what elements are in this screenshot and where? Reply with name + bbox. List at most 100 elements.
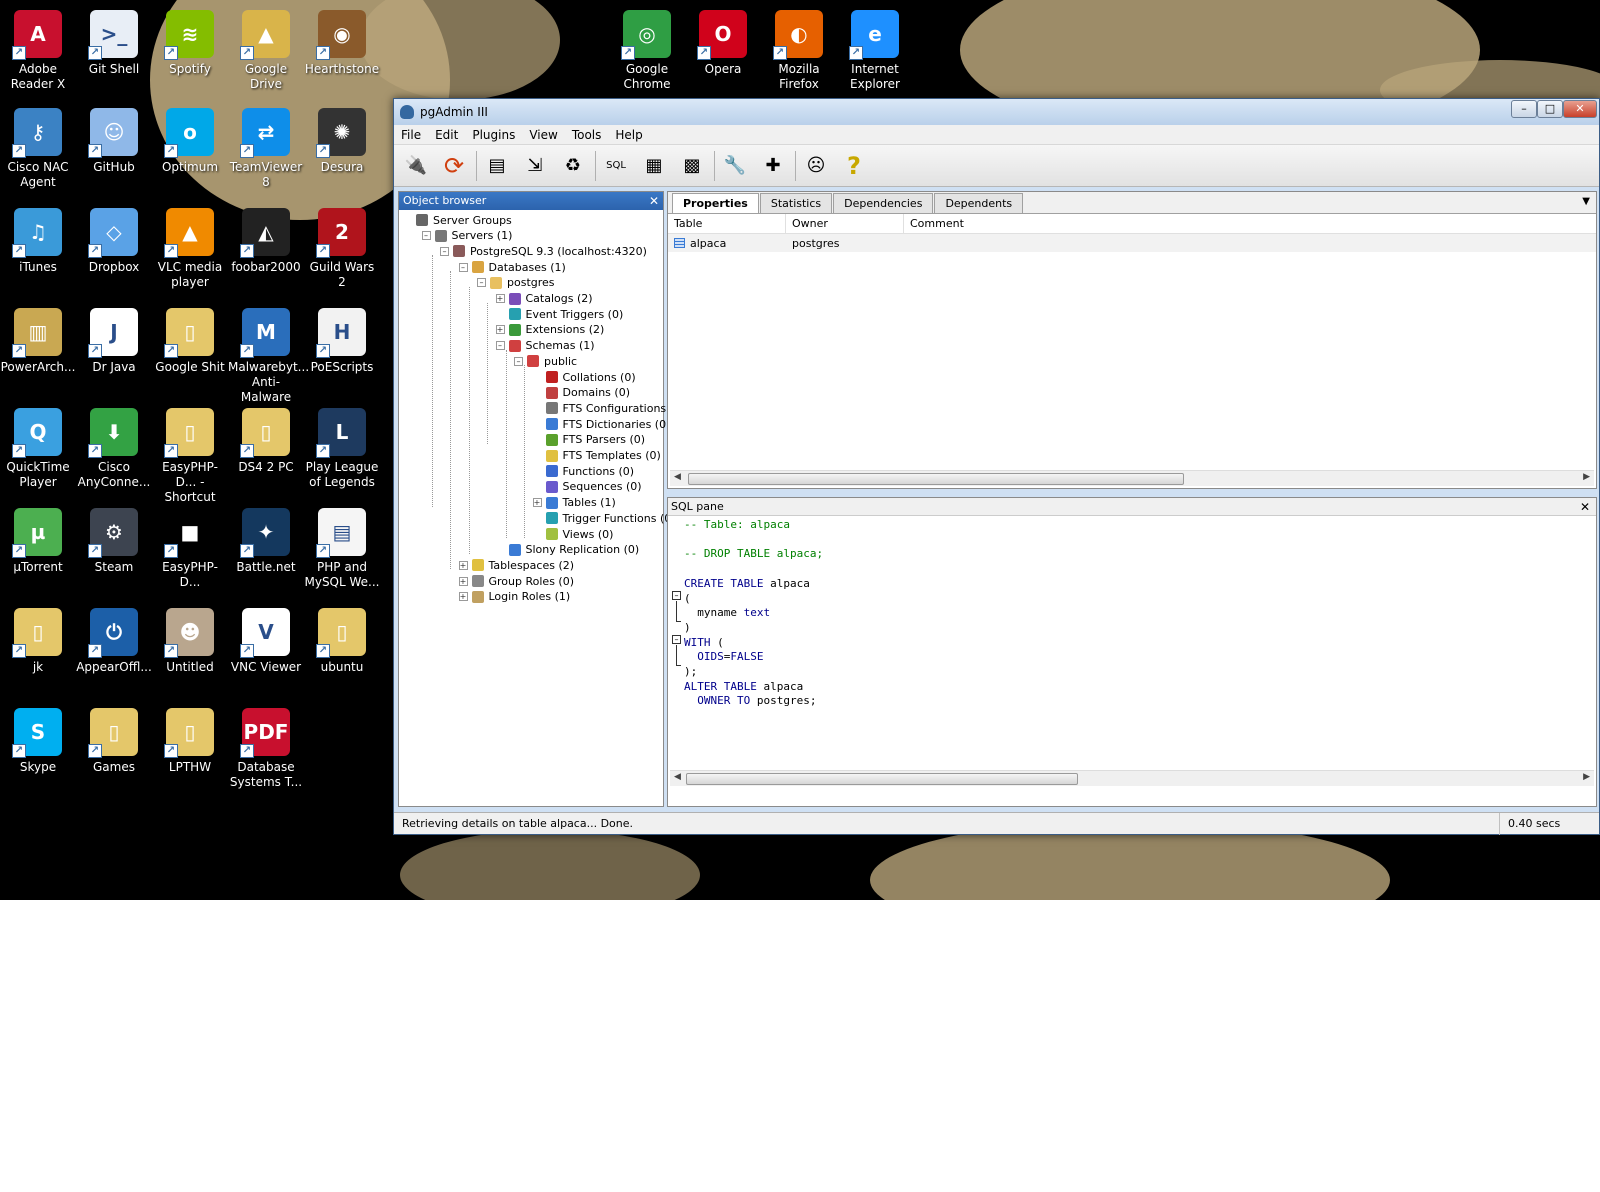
- desktop-shortcut[interactable]: A ↗ Adobe Reader X: [0, 4, 76, 100]
- tree-item[interactable]: – public: [514, 353, 577, 369]
- tree-item[interactable]: Slony Replication (0): [496, 542, 639, 558]
- view-data-icon[interactable]: ▦: [638, 150, 670, 182]
- tree-item[interactable]: – Schemas (1): [495, 338, 595, 354]
- horizontal-scrollbar[interactable]: ◀ ▶: [670, 770, 1594, 786]
- expand-icon[interactable]: +: [495, 294, 505, 303]
- tree-item[interactable]: Functions (0): [533, 463, 634, 479]
- desktop-shortcut[interactable]: o ↗ Optimum: [152, 102, 228, 198]
- desktop-shortcut[interactable]: ◭ ↗ foobar2000: [228, 202, 304, 298]
- scroll-right-icon[interactable]: ▶: [1583, 772, 1590, 782]
- desktop-shortcut[interactable]: e ↗ Internet Explorer: [837, 4, 913, 100]
- tab-dependents[interactable]: Dependents: [934, 193, 1024, 213]
- desktop-shortcut[interactable]: ⚙ ↗ Steam: [76, 502, 152, 598]
- desktop-shortcut[interactable]: ▲ ↗ VLC media player: [152, 202, 228, 298]
- tab-dependencies[interactable]: Dependencies: [833, 193, 934, 213]
- column-header-comment[interactable]: Comment: [904, 214, 1596, 233]
- close-icon[interactable]: ✕: [1580, 498, 1590, 516]
- desktop-shortcut[interactable]: ✦ ↗ Battle.net: [228, 502, 304, 598]
- refresh-icon[interactable]: ⟳: [438, 150, 470, 182]
- desktop-shortcut[interactable]: ✺ ↗ Desura: [304, 102, 380, 198]
- sql-code[interactable]: -- Table: alpaca -- DROP TABLE alpaca; C…: [684, 518, 823, 709]
- desktop-shortcut[interactable]: ◇ ↗ Dropbox: [76, 202, 152, 298]
- create-object-icon[interactable]: ⇲: [519, 150, 551, 182]
- expand-icon[interactable]: +: [458, 592, 468, 602]
- desktop-shortcut[interactable]: ▯ ↗ Games: [76, 702, 152, 798]
- tree-item[interactable]: FTS Dictionaries (0): [533, 416, 670, 432]
- tree-item[interactable]: – PostgreSQL 9.3 (localhost:4320): [440, 243, 647, 259]
- tree-item[interactable]: + Tablespaces (2): [458, 557, 574, 573]
- desktop-shortcut[interactable]: PDF ↗ Database Systems T...: [228, 702, 304, 798]
- desktop-shortcut[interactable]: ▯ ↗ LPTHW: [152, 702, 228, 798]
- desktop-shortcut[interactable]: ♫ ↗ iTunes: [0, 202, 76, 298]
- close-icon[interactable]: ✕: [649, 192, 659, 210]
- desktop-shortcut[interactable]: ⏻ ↗ AppearOffl...: [76, 602, 152, 698]
- help-icon[interactable]: ?: [838, 150, 870, 182]
- collapse-icon[interactable]: –: [458, 262, 468, 272]
- desktop-shortcut[interactable]: ▯ ↗ jk: [0, 602, 76, 698]
- desktop-shortcut[interactable]: ▯ ↗ EasyPHP-D... - Shortcut: [152, 402, 228, 504]
- desktop-shortcut[interactable]: ☻ ↗ Untitled: [152, 602, 228, 698]
- desktop-shortcut[interactable]: >_ ↗ Git Shell: [76, 4, 152, 100]
- collapse-icon[interactable]: –: [495, 341, 505, 351]
- scroll-left-icon[interactable]: ◀: [674, 772, 681, 782]
- maintenance-icon[interactable]: 🔧: [719, 150, 751, 182]
- menu-view[interactable]: View: [522, 128, 564, 142]
- tree-item[interactable]: – Databases (1): [458, 259, 566, 275]
- menu-file[interactable]: File: [394, 128, 428, 142]
- desktop-shortcut[interactable]: ⇄ ↗ TeamViewer 8: [228, 102, 304, 198]
- tree-item[interactable]: + Group Roles (0): [458, 573, 574, 589]
- fold-toggle[interactable]: –: [672, 635, 681, 644]
- horizontal-scrollbar[interactable]: ◀ ▶: [670, 470, 1594, 486]
- filtered-data-icon[interactable]: ▩: [676, 150, 708, 182]
- collapse-icon[interactable]: –: [421, 231, 431, 241]
- menu-help[interactable]: Help: [608, 128, 649, 142]
- collapse-icon[interactable]: –: [514, 356, 523, 366]
- properties-icon[interactable]: ▤: [481, 150, 513, 182]
- desktop-shortcut[interactable]: ⚷ ↗ Cisco NAC Agent: [0, 102, 76, 198]
- tree-item[interactable]: Collations (0): [533, 369, 636, 385]
- desktop-shortcut[interactable]: ⬇ ↗ Cisco AnyConne...: [76, 402, 152, 498]
- desktop-shortcut[interactable]: ▯ ↗ DS4 2 PC: [228, 402, 304, 498]
- column-header-table[interactable]: Table: [668, 214, 786, 233]
- table-row[interactable]: alpaca postgres: [668, 234, 1596, 252]
- desktop-shortcut[interactable]: ▯ ↗ ubuntu: [304, 602, 380, 698]
- tree-item[interactable]: Domains (0): [533, 385, 630, 401]
- scroll-left-icon[interactable]: ◀: [674, 472, 681, 482]
- desktop-shortcut[interactable]: ☺ ↗ GitHub: [76, 102, 152, 198]
- guru-hint-icon[interactable]: ☹: [800, 150, 832, 182]
- tree-item[interactable]: FTS Templates (0): [533, 448, 661, 464]
- chevron-down-icon[interactable]: ▼: [1582, 196, 1590, 207]
- column-header-owner[interactable]: Owner: [786, 214, 904, 233]
- desktop-shortcut[interactable]: Q ↗ QuickTime Player: [0, 402, 76, 498]
- desktop-shortcut[interactable]: ◎ ↗ Google Chrome: [609, 4, 685, 100]
- desktop-shortcut[interactable]: ≋ ↗ Spotify: [152, 4, 228, 100]
- tree-item[interactable]: – Servers (1): [421, 228, 512, 244]
- tree-item[interactable]: FTS Configurations (0): [533, 400, 685, 416]
- tree-item[interactable]: Event Triggers (0): [496, 306, 623, 322]
- desktop-shortcut[interactable]: µ ↗ µTorrent: [0, 502, 76, 598]
- tree-item[interactable]: + Login Roles (1): [458, 589, 570, 605]
- desktop-shortcut[interactable]: S ↗ Skype: [0, 702, 76, 798]
- tree-item[interactable]: Server Groups: [403, 212, 512, 228]
- desktop-shortcut[interactable]: ◐ ↗ Mozilla Firefox: [761, 4, 837, 100]
- desktop-shortcut[interactable]: ◉ ↗ Hearthstone: [304, 4, 380, 100]
- scroll-right-icon[interactable]: ▶: [1583, 472, 1590, 482]
- desktop-shortcut[interactable]: ▤ ↗ PHP and MySQL We...: [304, 502, 380, 598]
- desktop-shortcut[interactable]: M ↗ Malwarebyt... Anti-Malware: [228, 302, 309, 404]
- collapse-icon[interactable]: –: [440, 246, 449, 256]
- menu-plugins[interactable]: Plugins: [465, 128, 522, 142]
- desktop-shortcut[interactable]: ■ ↗ EasyPHP-D...: [152, 502, 228, 598]
- expand-icon[interactable]: +: [532, 498, 542, 508]
- desktop-shortcut[interactable]: J ↗ Dr Java: [76, 302, 152, 398]
- connect-plug-icon[interactable]: 🔌: [400, 150, 432, 182]
- tree-item[interactable]: Sequences (0): [533, 479, 642, 495]
- expand-icon[interactable]: +: [458, 560, 468, 570]
- plugins-icon[interactable]: ✚: [757, 150, 789, 182]
- desktop-shortcut[interactable]: O ↗ Opera: [685, 4, 761, 100]
- menu-tools[interactable]: Tools: [565, 128, 609, 142]
- desktop-shortcut[interactable]: V ↗ VNC Viewer: [228, 602, 304, 698]
- menu-edit[interactable]: Edit: [428, 128, 465, 142]
- expand-icon[interactable]: +: [495, 325, 505, 335]
- maximize-button[interactable]: □: [1537, 100, 1563, 118]
- tree-item[interactable]: + Tables (1): [532, 495, 616, 511]
